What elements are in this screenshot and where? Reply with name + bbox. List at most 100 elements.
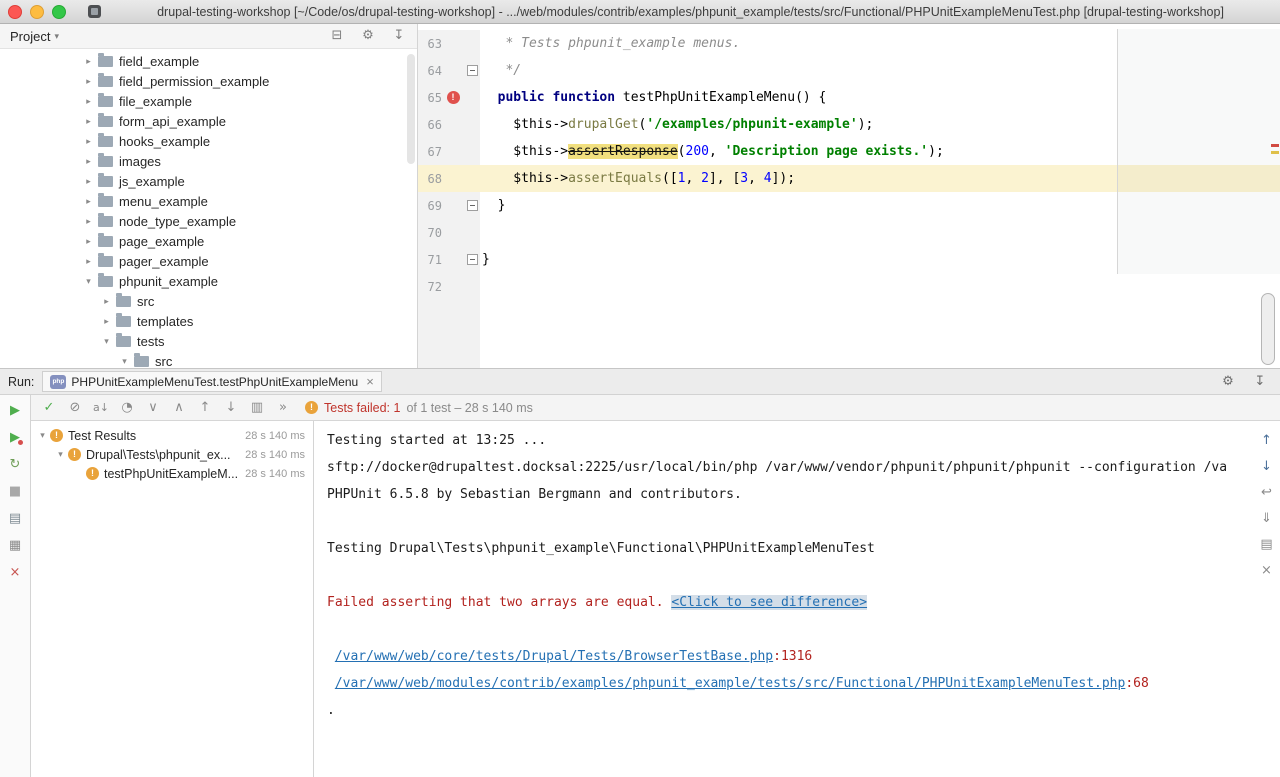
code-line[interactable]: $this->assertResponse(200, 'Description …	[480, 138, 1280, 165]
test-tree-item[interactable]: ▾!Test Results28 s 140 ms	[31, 426, 313, 445]
fold-marker-icon[interactable]	[467, 65, 478, 76]
sort-by-duration-button[interactable]: ◔	[119, 400, 135, 416]
console-file-link[interactable]: /var/www/web/core/tests/Drupal/Tests/Bro…	[335, 649, 773, 664]
hide-panel-button[interactable]: ↧	[391, 28, 407, 44]
pin-tab-button[interactable]: ▦	[7, 538, 23, 554]
chevron-down-icon[interactable]: ▾	[100, 336, 113, 347]
chevron-right-icon[interactable]: ▸	[82, 156, 95, 167]
chevron-down-icon[interactable]: ▾	[36, 430, 49, 441]
code-line[interactable]: public function testPhpUnitExampleMenu()…	[480, 84, 1280, 111]
chevron-right-icon[interactable]: ▸	[82, 56, 95, 67]
chevron-right-icon[interactable]: ▸	[82, 136, 95, 147]
project-tree-item[interactable]: ▸file_example	[0, 91, 417, 111]
chevron-down-icon[interactable]: ▾	[54, 449, 67, 460]
test-tree-item[interactable]: !testPhpUnitExampleM...28 s 140 ms	[31, 464, 313, 483]
editor[interactable]: 63 * Tests phpunit_example menus.64 */65…	[418, 24, 1280, 368]
chevron-right-icon[interactable]: ▸	[82, 256, 95, 267]
project-tree-item[interactable]: ▸field_example	[0, 51, 417, 71]
chevron-down-icon[interactable]: ▾	[118, 356, 131, 367]
close-tab-icon[interactable]: ×	[366, 374, 374, 389]
project-tree-item[interactable]: ▸field_permission_example	[0, 71, 417, 91]
toggle-auto-test-button[interactable]: ↻	[7, 457, 23, 473]
collapse-all-button[interactable]: ⊟	[329, 28, 345, 44]
project-tree-item[interactable]: ▾phpunit_example	[0, 271, 417, 291]
close-button[interactable]: ×	[7, 565, 23, 581]
up-stack-trace-button[interactable]: ↑	[1259, 433, 1275, 449]
project-tree-item[interactable]: ▾src	[0, 351, 417, 368]
code-line[interactable]: }	[480, 192, 1280, 219]
expand-all-button[interactable]: ∨	[145, 400, 161, 416]
failed-badge-dot	[18, 440, 23, 445]
chevron-right-icon[interactable]: ▸	[82, 96, 95, 107]
console-file-link[interactable]: /var/www/web/modules/contrib/examples/ph…	[335, 676, 1126, 691]
project-tree-item[interactable]: ▸src	[0, 291, 417, 311]
console[interactable]: Testing started at 13:25 ...sftp://docke…	[314, 421, 1280, 777]
test-failed-run-icon[interactable]: !	[447, 91, 460, 104]
soft-wrap-button[interactable]: ↩	[1259, 485, 1275, 501]
next-failed-test-button[interactable]: ↓	[223, 400, 239, 416]
sort-alphabetically-button[interactable]: a↓	[93, 400, 109, 416]
project-tree-item[interactable]: ▸images	[0, 151, 417, 171]
code-line[interactable]: }	[480, 246, 1280, 273]
down-stack-trace-button[interactable]: ↓	[1259, 459, 1275, 475]
folder-icon	[98, 216, 113, 227]
fold-marker-icon[interactable]	[467, 254, 478, 265]
code-line[interactable]: $this->assertEquals([1, 2], [3, 4]);	[480, 165, 1280, 192]
zoom-window-button[interactable]	[52, 5, 66, 19]
rerun-button[interactable]: ▶	[7, 403, 23, 419]
chevron-right-icon[interactable]: ▸	[100, 316, 113, 327]
run-tab[interactable]: php PHPUnitExampleMenuTest.testPhpUnitEx…	[42, 371, 381, 392]
chevron-right-icon[interactable]: ▸	[82, 76, 95, 87]
chevron-right-icon[interactable]: ▸	[100, 296, 113, 307]
error-stripe-mark[interactable]	[1271, 144, 1279, 147]
chevron-right-icon[interactable]: ▸	[82, 176, 95, 187]
chevron-right-icon[interactable]: ▸	[82, 116, 95, 127]
console-line: sftp://docker@drupaltest.docksal:2225/us…	[327, 454, 1246, 481]
import-test-results-button[interactable]: ▥	[249, 400, 265, 416]
project-tree-item[interactable]: ▾tests	[0, 331, 417, 351]
fold-slot	[464, 200, 480, 211]
project-tree-item[interactable]: ▸templates	[0, 311, 417, 331]
chevron-down-icon[interactable]: ▾	[82, 276, 95, 287]
code-token: );	[858, 117, 874, 132]
warning-stripe-mark[interactable]	[1271, 151, 1279, 154]
project-panel-title[interactable]: Project ▾	[10, 29, 59, 44]
see-difference-link[interactable]: <Click to see difference>	[671, 595, 867, 610]
print-button[interactable]: ▤	[1259, 537, 1275, 553]
settings-gear-icon[interactable]: ⚙	[1220, 374, 1236, 390]
show-ignored-button[interactable]: ⊘	[67, 400, 83, 416]
settings-gear-button[interactable]: ⚙	[360, 28, 376, 44]
minimize-window-button[interactable]	[30, 5, 44, 19]
show-passed-button[interactable]: ✓	[41, 400, 57, 416]
project-scrollbar-thumb[interactable]	[407, 54, 415, 164]
project-tree-item[interactable]: ▸form_api_example	[0, 111, 417, 131]
chevron-right-icon[interactable]: ▸	[82, 216, 95, 227]
project-tree-item[interactable]: ▸node_type_example	[0, 211, 417, 231]
chevron-right-icon[interactable]: ▸	[82, 196, 95, 207]
chevron-right-icon[interactable]: ▸	[82, 236, 95, 247]
scroll-to-end-button[interactable]: ⇓	[1259, 511, 1275, 527]
project-tree-item[interactable]: ▸menu_example	[0, 191, 417, 211]
clear-all-button[interactable]: ×	[1259, 563, 1275, 579]
code-line[interactable]	[480, 219, 1280, 246]
code-line[interactable]: $this->drupalGet('/examples/phpunit-exam…	[480, 111, 1280, 138]
rerun-failed-tests-button[interactable]: ▶	[7, 430, 23, 446]
project-tree-item[interactable]: ▸pager_example	[0, 251, 417, 271]
test-name-label: testPhpUnitExampleM...	[104, 467, 238, 481]
code-line[interactable]	[480, 273, 1280, 300]
previous-failed-test-button[interactable]: ↑	[197, 400, 213, 416]
restore-layout-button[interactable]: ▤	[7, 511, 23, 527]
project-tree-item[interactable]: ▸js_example	[0, 171, 417, 191]
stop-button[interactable]: ■	[7, 484, 23, 500]
project-tree-item[interactable]: ▸hooks_example	[0, 131, 417, 151]
project-tree-item[interactable]: ▸page_example	[0, 231, 417, 251]
close-window-button[interactable]	[8, 5, 22, 19]
editor-scrollbar-thumb[interactable]	[1261, 293, 1275, 365]
fold-marker-icon[interactable]	[467, 200, 478, 211]
code-line[interactable]: * Tests phpunit_example menus.	[480, 30, 1280, 57]
collapse-all-button[interactable]: ∧	[171, 400, 187, 416]
code-line[interactable]: */	[480, 57, 1280, 84]
more-options-icon[interactable]: »	[275, 400, 291, 416]
test-tree-item[interactable]: ▾!Drupal\Tests\phpunit_ex...28 s 140 ms	[31, 445, 313, 464]
hide-tool-window-icon[interactable]: ↧	[1252, 374, 1268, 390]
